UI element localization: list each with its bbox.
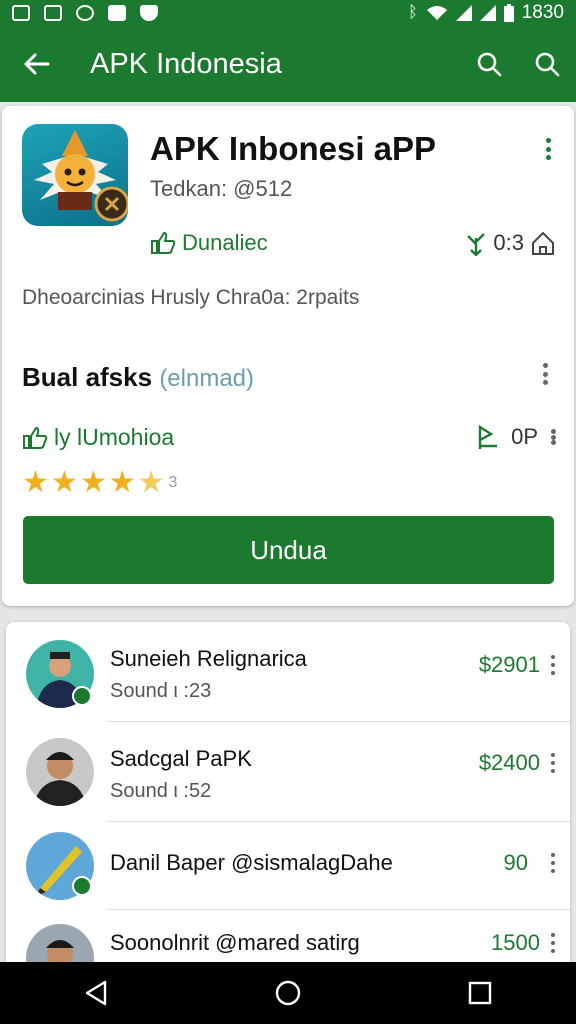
app-meta: 0:3	[465, 230, 556, 256]
list-item-title: Danil Baper @sismalagDahe	[110, 850, 393, 875]
list-item-price: $2400	[478, 750, 540, 775]
navigation-bar	[0, 962, 576, 1024]
list-item-more-button[interactable]	[546, 930, 560, 956]
section-more-button[interactable]	[535, 359, 555, 389]
list-item-price: $2901	[478, 652, 540, 677]
home-icon[interactable]	[530, 230, 556, 256]
list-item[interactable]: Suneieh Relignarica Sound ι :23 $2901	[6, 622, 570, 722]
list-item-more-button[interactable]	[546, 750, 560, 776]
rating-link[interactable]: ly lUmohioa	[22, 424, 174, 451]
nav-back-button[interactable]	[66, 968, 126, 1018]
avatar	[26, 738, 94, 806]
nav-recents-button[interactable]	[450, 968, 510, 1018]
section-hint: (elnmad)	[159, 365, 255, 392]
triangle-back-icon	[85, 980, 107, 1006]
rating-value: 0P	[511, 424, 538, 449]
rating-label-text: ly lUmohioa	[54, 424, 175, 450]
stars-count: 3	[168, 474, 178, 491]
star-icon: ★	[79, 466, 107, 499]
list-item-more-button[interactable]	[546, 850, 560, 876]
app-description: Dheoarcinias Hrusly Chra0a: 2rpaits	[22, 286, 360, 309]
battery-icon	[503, 4, 514, 22]
save-icon	[108, 5, 126, 21]
star-icon: ★	[108, 466, 136, 499]
status-bar: ᛒ 1830	[0, 0, 576, 26]
developer-link[interactable]: Dunaliec	[150, 230, 268, 256]
developer-name: Dunaliec	[182, 230, 268, 255]
list-item-subtitle: Sound ι :23	[110, 680, 212, 702]
signal-icon-2	[479, 5, 496, 21]
signal-icon	[455, 5, 472, 21]
app-detail-card: APK Inbonesi aPP Tedkan: @512 Dunaliec 0…	[2, 106, 574, 606]
list-item-subtitle: Sound ι :52	[110, 780, 212, 802]
rating-meta: 0P	[477, 424, 558, 450]
list-item-price: 1500	[491, 930, 540, 955]
search-icon	[535, 52, 560, 77]
list-item[interactable]: Sadcgal PaPK Sound ι :52 $2400	[6, 722, 570, 822]
list-item-title: Soonolnrit @mared satirg	[110, 930, 360, 955]
clock: 1830	[521, 2, 564, 23]
star-rating: ★ ★ ★ ★ ★ 3	[22, 468, 177, 498]
star-icon: ★	[50, 466, 78, 499]
shield-icon	[140, 5, 158, 21]
star-half-icon: ★	[137, 466, 165, 499]
flag-icon	[478, 424, 498, 449]
gallery-icon	[12, 5, 30, 21]
list-item-price: 90	[503, 850, 528, 875]
verified-badge-icon	[72, 686, 92, 706]
status-icons-left	[12, 5, 158, 21]
nav-home-button[interactable]	[258, 968, 318, 1018]
search-icon	[477, 52, 502, 77]
list-item-title: Sadcgal PaPK	[110, 746, 252, 771]
app-more-button[interactable]	[538, 134, 558, 164]
app-logo-icon	[22, 124, 128, 226]
app-bar: APK Indonesia	[0, 26, 576, 102]
rating-more-button[interactable]	[548, 425, 558, 449]
section-title: Bual afsks (elnmad)	[22, 362, 254, 393]
list-item-title: Suneieh Relignarica	[110, 646, 307, 671]
download-button[interactable]: Undua	[23, 516, 554, 584]
meta-value: 0:3	[493, 230, 524, 255]
bluetooth-icon: ᛒ	[408, 4, 418, 21]
app-subtitle: Tedkan: @512	[150, 176, 293, 201]
image-icon	[44, 5, 62, 21]
thumbs-up-icon	[151, 231, 176, 254]
chrome-icon	[76, 5, 94, 21]
status-icons-right: ᛒ 1830	[408, 2, 564, 24]
star-icon: ★	[22, 466, 49, 499]
list-item[interactable]: Danil Baper @sismalagDahe 90	[6, 822, 570, 910]
circle-home-icon	[275, 980, 301, 1006]
verified-badge-icon	[72, 876, 92, 896]
plant-icon	[467, 233, 486, 256]
square-recents-icon	[468, 981, 492, 1005]
section-title-text: Bual afsks	[22, 362, 153, 392]
search-button[interactable]	[460, 26, 518, 102]
thumbs-up-icon	[23, 426, 48, 449]
page-title: APK Indonesia	[90, 47, 282, 80]
back-button[interactable]	[0, 26, 72, 102]
search-button-2[interactable]	[518, 26, 576, 102]
wifi-icon	[426, 6, 447, 20]
app-name: APK Inbonesi aPP	[150, 130, 437, 167]
list-item-more-button[interactable]	[546, 652, 560, 678]
arrow-left-icon	[24, 53, 50, 75]
app-list-card: Suneieh Relignarica Sound ι :23 $2901 Sa…	[6, 622, 570, 992]
